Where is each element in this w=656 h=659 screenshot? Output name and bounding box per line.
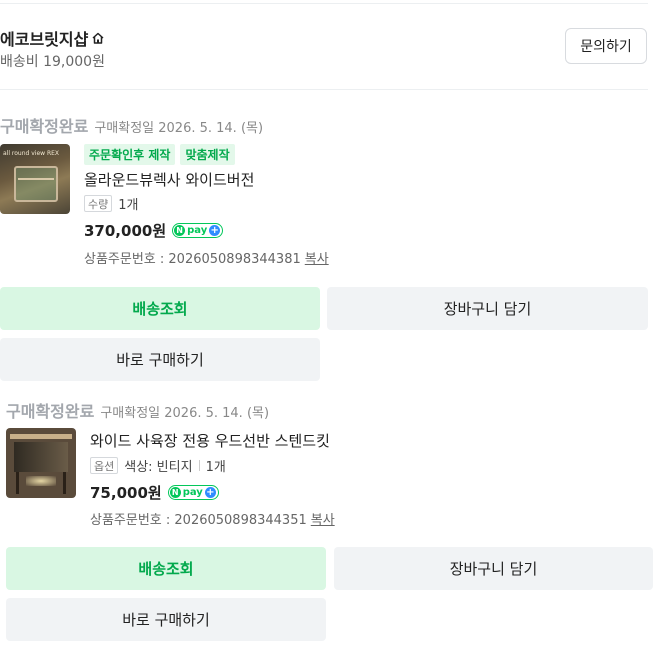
copy-order-number-link[interactable]: 복사 bbox=[311, 513, 335, 528]
price-row: 75,000원 N pay + bbox=[90, 482, 219, 503]
quantity-value: 1개 bbox=[205, 460, 226, 475]
quantity-badge: 수량 bbox=[84, 195, 113, 212]
product-option: 수량 1개 bbox=[84, 194, 138, 213]
add-to-cart-button[interactable]: 장바구니 담기 bbox=[334, 547, 653, 590]
product-thumbnail[interactable] bbox=[6, 428, 76, 498]
confirm-date: 구매확정일 2026. 5. 14. (목) bbox=[100, 406, 270, 421]
order-number: 상품주문번호 : 2026050898344351 복사 bbox=[90, 513, 335, 528]
plus-icon: + bbox=[204, 486, 216, 498]
order-number: 상품주문번호 : 2026050898344381 복사 bbox=[84, 252, 329, 267]
buy-again-button[interactable]: 바로 구매하기 bbox=[0, 338, 320, 381]
status-row: 구매확정완료 구매확정일 2026. 5. 14. (목) bbox=[6, 398, 269, 422]
tag-custom: 맞춤제작 bbox=[180, 144, 235, 165]
order-item: 구매확정완료 구매확정일 2026. 5. 14. (목) all round … bbox=[0, 113, 656, 385]
thumbnail-text: all round view REX bbox=[3, 150, 60, 157]
product-thumbnail[interactable]: all round view REX bbox=[0, 144, 70, 214]
npay-logo-icon: N bbox=[169, 487, 181, 498]
buy-again-button[interactable]: 바로 구매하기 bbox=[6, 598, 326, 641]
status-row: 구매확정완료 구매확정일 2026. 5. 14. (목) bbox=[0, 113, 263, 137]
track-delivery-button[interactable]: 배송조회 bbox=[0, 287, 320, 330]
store-name-link[interactable]: 에코브릿지샵 bbox=[0, 26, 105, 50]
inquiry-button[interactable]: 문의하기 bbox=[565, 28, 647, 64]
product-name[interactable]: 와이드 사육장 전용 우드선반 스텐드킷 bbox=[90, 430, 330, 451]
copy-order-number-link[interactable]: 복사 bbox=[305, 252, 329, 267]
add-to-cart-button[interactable]: 장바구니 담기 bbox=[327, 287, 648, 330]
price-row: 370,000원 N pay + bbox=[84, 220, 224, 241]
order-status: 구매확정완료 bbox=[0, 117, 89, 136]
product-name[interactable]: 올라운드뷰렉사 와이드버전 bbox=[84, 169, 254, 190]
order-status: 구매확정완료 bbox=[6, 402, 95, 421]
option-separator bbox=[198, 460, 200, 471]
shipping-fee: 배송비 19,000원 bbox=[0, 54, 105, 70]
top-divider bbox=[0, 3, 648, 4]
product-tags: 주문확인후 제작 맞춤제작 bbox=[84, 144, 235, 165]
option-badge: 옵션 bbox=[90, 457, 119, 474]
npay-plus-badge: N pay + bbox=[167, 485, 219, 500]
section-divider bbox=[0, 89, 648, 90]
store-header: 에코브릿지샵 배송비 19,000원 문의하기 bbox=[0, 20, 648, 76]
quantity-value: 1개 bbox=[118, 198, 139, 213]
store-name: 에코브릿지샵 bbox=[0, 30, 89, 49]
npay-plus-badge: N pay + bbox=[172, 223, 224, 238]
track-delivery-button[interactable]: 배송조회 bbox=[6, 547, 326, 590]
product-price: 75,000원 bbox=[90, 484, 162, 502]
tag-made-to-order: 주문확인후 제작 bbox=[84, 144, 176, 165]
product-option: 옵션 색상: 빈티지 1개 bbox=[90, 456, 226, 475]
home-icon bbox=[92, 32, 104, 44]
product-price: 370,000원 bbox=[84, 222, 167, 240]
confirm-date: 구매확정일 2026. 5. 14. (목) bbox=[94, 121, 264, 136]
npay-logo-icon: N bbox=[174, 225, 186, 236]
plus-icon: + bbox=[209, 224, 221, 236]
option-value: 색상: 빈티지 bbox=[124, 460, 193, 475]
